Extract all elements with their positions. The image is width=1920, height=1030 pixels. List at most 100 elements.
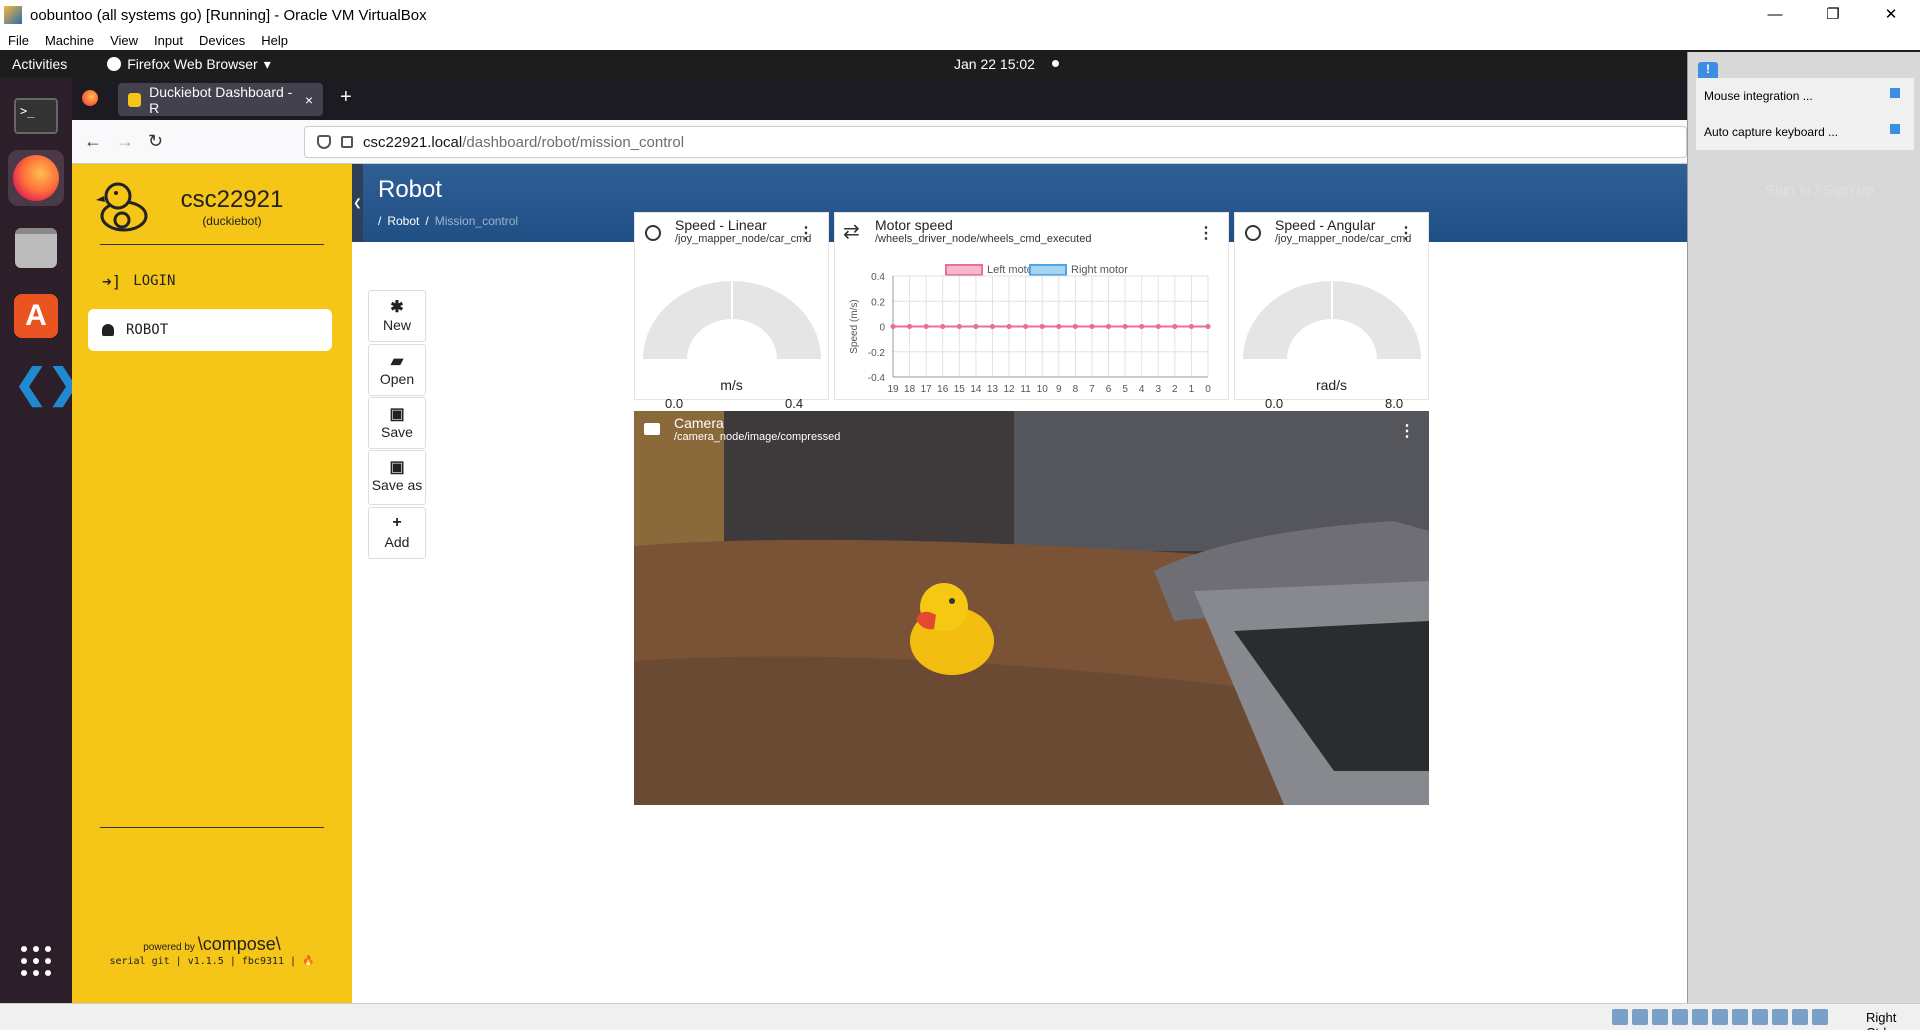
- mouse-icon[interactable]: [1792, 1009, 1808, 1025]
- x-tick-label: 10: [1037, 384, 1049, 395]
- close-icon[interactable]: [1890, 124, 1900, 134]
- more-vertical-icon[interactable]: ⋮: [1198, 223, 1214, 243]
- recording-icon[interactable]: [1752, 1009, 1768, 1025]
- data-point-left-motor: [956, 324, 962, 329]
- notification-mouse-integration[interactable]: Mouse integration ...: [1696, 78, 1914, 114]
- firefox-tab-bar: Duckiebot Dashboard - R × +: [72, 78, 1687, 120]
- notification-text: Mouse integration ...: [1704, 89, 1813, 103]
- duckiebot-logo: [96, 182, 148, 232]
- divider: [100, 827, 324, 828]
- optical-icon[interactable]: [1632, 1009, 1648, 1025]
- close-button[interactable]: ✕: [1862, 0, 1920, 30]
- vbox-window-title: oobuntoo (all systems go) [Running] - Or…: [30, 6, 427, 24]
- more-vertical-icon[interactable]: ⋮: [1399, 421, 1415, 441]
- clock[interactable]: Jan 22 15:02: [954, 56, 1035, 72]
- add-button[interactable]: + Add: [368, 507, 426, 559]
- files-launcher[interactable]: [8, 220, 64, 276]
- open-button[interactable]: ▰ Open: [368, 344, 426, 396]
- data-point-left-motor: [1023, 324, 1029, 329]
- robot-type: (duckiebot): [202, 214, 262, 228]
- shield-icon[interactable]: [317, 135, 331, 149]
- breadcrumb-robot[interactable]: Robot: [387, 214, 419, 228]
- dashboard-page: csc22921 (duckiebot) ➜] LOGIN ROBOT powe…: [72, 164, 1687, 1003]
- powered-by: powered by \compose\: [72, 934, 352, 955]
- new-button[interactable]: ✱ New: [368, 290, 426, 342]
- display-icon[interactable]: [1732, 1009, 1748, 1025]
- vbox-menu-input[interactable]: Input: [154, 33, 183, 48]
- divider: [100, 244, 324, 245]
- vbox-menu-devices[interactable]: Devices: [199, 33, 245, 48]
- asterisk-icon: ✱: [390, 299, 404, 316]
- data-point-left-motor: [1039, 324, 1045, 329]
- sidebar-item-label: LOGIN: [133, 273, 176, 289]
- dashboard-gauge-icon: [1245, 225, 1261, 241]
- data-point-left-motor: [1172, 324, 1178, 329]
- save-button[interactable]: ▣ Save: [368, 397, 426, 449]
- vbox-menu-view[interactable]: View: [110, 33, 138, 48]
- x-tick-label: 16: [937, 384, 949, 395]
- data-point-left-motor: [973, 324, 979, 329]
- more-vertical-icon[interactable]: ⋮: [1398, 223, 1414, 243]
- card-topic: /camera_node/image/compressed: [674, 431, 841, 443]
- app-menu[interactable]: Firefox Web Browser ▾: [107, 55, 271, 73]
- back-button[interactable]: ←: [84, 131, 102, 152]
- data-point-left-motor: [1106, 324, 1112, 329]
- sidebar-item-login[interactable]: ➜] LOGIN: [88, 260, 332, 302]
- data-point-left-motor: [1006, 324, 1012, 329]
- close-icon[interactable]: [1890, 88, 1900, 98]
- save-as-button[interactable]: ▣ Save as: [368, 450, 426, 505]
- gauge-min: 0.0: [1265, 396, 1284, 411]
- gnome-top-bar: Activities Firefox Web Browser ▾ Jan 22 …: [0, 50, 1920, 78]
- network-icon[interactable]: [1672, 1009, 1688, 1025]
- new-tab-button[interactable]: +: [340, 86, 352, 109]
- status-icons: [1612, 1009, 1828, 1025]
- data-point-left-motor: [1155, 324, 1161, 329]
- vbox-menu-help[interactable]: Help: [261, 33, 288, 48]
- y-tick-label: -0.4: [868, 373, 886, 384]
- vbox-menu-machine[interactable]: Machine: [45, 33, 94, 48]
- vt-x-icon[interactable]: [1772, 1009, 1788, 1025]
- url-bar[interactable]: csc22921.local /dashboard/robot/mission_…: [304, 126, 1687, 158]
- notification-auto-capture[interactable]: Auto capture keyboard ...: [1696, 114, 1914, 150]
- software-launcher[interactable]: A: [8, 288, 64, 344]
- sidebar-item-robot[interactable]: ROBOT: [88, 309, 332, 351]
- audio-icon[interactable]: [1652, 1009, 1668, 1025]
- y-tick-label: 0.4: [871, 272, 885, 283]
- x-tick-label: 17: [921, 384, 933, 395]
- page-title: Robot: [378, 176, 443, 203]
- show-applications-button[interactable]: [8, 933, 64, 989]
- x-tick-label: 19: [887, 384, 899, 395]
- usb-icon[interactable]: [1692, 1009, 1708, 1025]
- tab-duckiebot-dashboard[interactable]: Duckiebot Dashboard - R ×: [118, 83, 323, 116]
- terminal-icon: >_: [14, 98, 58, 134]
- floppy-plus-icon: ▣: [389, 459, 405, 476]
- gauge-unit: m/s: [720, 377, 743, 393]
- storage-icon[interactable]: [1612, 1009, 1628, 1025]
- data-point-left-motor: [1056, 324, 1062, 329]
- speed-angular-card: Speed - Angular /joy_mapper_node/car_cmd…: [1234, 212, 1429, 411]
- firefox-view-icon[interactable]: [82, 90, 98, 106]
- reload-button[interactable]: ↻: [148, 131, 163, 152]
- data-point-left-motor: [923, 324, 929, 329]
- sign-in-link[interactable]: Sign in / Sign up: [1765, 182, 1874, 199]
- maximize-button[interactable]: ❐: [1804, 0, 1862, 30]
- forward-button[interactable]: →: [116, 131, 134, 152]
- data-point-left-motor: [989, 324, 995, 329]
- vbox-menu-file[interactable]: File: [8, 33, 29, 48]
- shared-folder-icon[interactable]: [1712, 1009, 1728, 1025]
- keyboard-icon[interactable]: [1812, 1009, 1828, 1025]
- tab-close-icon[interactable]: ×: [305, 92, 313, 108]
- activities-button[interactable]: Activities: [12, 56, 67, 72]
- app-menu-label: Firefox Web Browser: [127, 56, 258, 72]
- terminal-launcher[interactable]: >_: [8, 88, 64, 144]
- more-vertical-icon[interactable]: ⋮: [798, 223, 814, 243]
- firefox-launcher[interactable]: [8, 150, 64, 206]
- chevron-down-icon: ▾: [263, 55, 271, 72]
- vscode-launcher[interactable]: ❮❯: [8, 356, 81, 412]
- sidebar-collapse-button[interactable]: ❮: [352, 164, 363, 242]
- virtualbox-icon: [4, 6, 22, 24]
- minimize-button[interactable]: —: [1746, 0, 1804, 30]
- firefox-nav-bar: ← → ↻ csc22921.local /dashboard/robot/mi…: [72, 120, 1687, 164]
- lock-icon[interactable]: [341, 136, 353, 148]
- speed-angular-gauge: [1243, 281, 1421, 359]
